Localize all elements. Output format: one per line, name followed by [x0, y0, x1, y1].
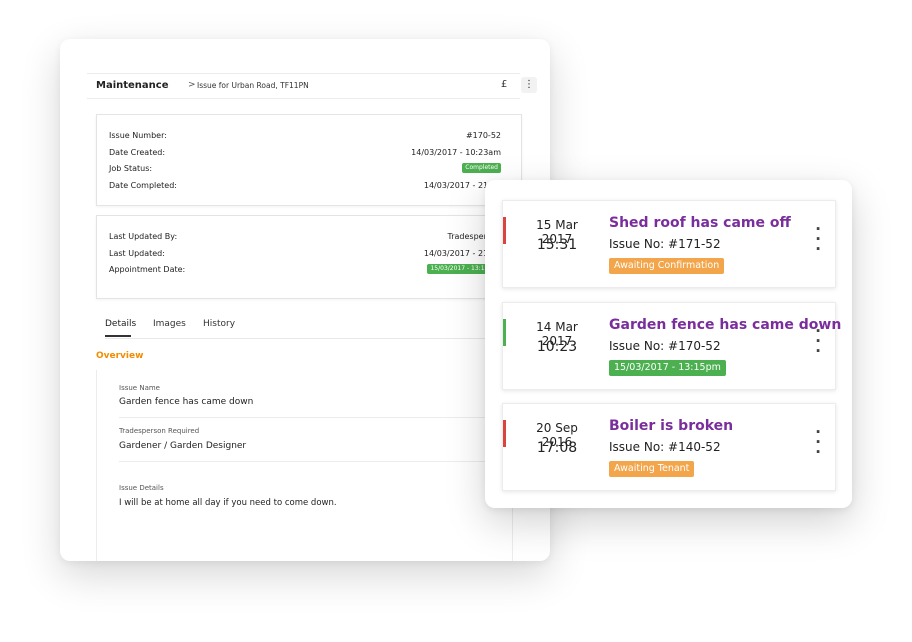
tabs-divider: [105, 338, 515, 339]
summary-label: Issue Number:: [109, 130, 167, 140]
more-vertical-icon[interactable]: · · ·: [815, 222, 821, 257]
tradesperson-label: Tradesperson Required: [119, 427, 200, 435]
summary-row-date-created: Date Created: 14/03/2017 - 10:23am: [109, 145, 501, 159]
update-row-date: Last Updated: 14/03/2017 - 21:08: [109, 246, 501, 260]
issue-card[interactable]: 20 Sep 2016 17:08 Boiler is broken Issue…: [502, 403, 836, 491]
breadcrumb-separator: >: [188, 80, 196, 90]
summary-row-issue-number: Issue Number: #170-52: [109, 128, 501, 142]
issue-summary-box: Issue Number: #170-52 Date Created: 14/0…: [96, 114, 522, 206]
summary-label: Date Created:: [109, 147, 166, 157]
update-label: Last Updated:: [109, 248, 165, 258]
summary-label: Job Status:: [109, 163, 153, 173]
tab-history[interactable]: History: [203, 319, 235, 329]
breadcrumb-issue: Issue for Urban Road, TF11PN: [197, 81, 309, 90]
breadcrumb: Maintenance > Issue for Urban Road, TF11…: [87, 73, 537, 99]
tab-details[interactable]: Details: [105, 319, 136, 329]
more-options-button[interactable]: ⋮: [521, 77, 537, 93]
status-badge: Awaiting Tenant: [609, 461, 695, 477]
issue-name-label: Issue Name: [119, 384, 160, 392]
more-vertical-icon[interactable]: · · ·: [815, 425, 821, 460]
issue-title[interactable]: Shed roof has came off: [609, 215, 791, 231]
update-label: Appointment Date:: [109, 264, 186, 274]
issue-number: Issue No: #140-52: [609, 440, 721, 454]
summary-row-date-completed: Date Completed: 14/03/2017 - 21:08: [109, 178, 501, 192]
field-divider: [119, 461, 489, 462]
issue-detail-panel: Maintenance > Issue for Urban Road, TF11…: [60, 39, 550, 561]
issue-title[interactable]: Boiler is broken: [609, 418, 733, 434]
issue-time: 10:23: [536, 339, 578, 355]
issues-list-panel: 15 Mar 2017 15:31 Shed roof has came off…: [485, 180, 852, 508]
issue-card[interactable]: 14 Mar 2017 10:23 Garden fence has came …: [502, 302, 841, 390]
breadcrumb-maintenance[interactable]: Maintenance: [96, 80, 169, 91]
active-tab-indicator: [105, 335, 131, 337]
issue-title[interactable]: Garden fence has came down: [609, 317, 841, 333]
priority-bar: [503, 319, 506, 346]
priority-bar: [503, 217, 506, 244]
issue-name-value: Garden fence has came down: [119, 397, 254, 407]
issue-number: Issue No: #170-52: [609, 339, 721, 353]
pound-icon[interactable]: £: [501, 79, 507, 90]
more-vertical-icon[interactable]: · · ·: [815, 324, 821, 359]
overview-box: Issue Name Garden fence has came down Tr…: [96, 370, 513, 561]
field-divider: [119, 417, 489, 418]
issue-number: Issue No: #171-52: [609, 237, 721, 251]
summary-row-job-status: Job Status: Completed: [109, 161, 501, 175]
priority-bar: [503, 420, 506, 447]
update-row-appointment: Appointment Date: 15/03/2017 - 13:15pm: [109, 262, 501, 276]
issue-details-label: Issue Details: [119, 484, 164, 492]
issue-details-value: I will be at home all day if you need to…: [119, 498, 337, 508]
summary-label: Date Completed:: [109, 180, 177, 190]
tab-images[interactable]: Images: [153, 319, 186, 329]
issue-time: 15:31: [536, 237, 578, 253]
update-label: Last Updated By:: [109, 231, 178, 241]
issue-time: 17:08: [536, 440, 578, 456]
status-badge: Awaiting Confirmation: [609, 258, 725, 274]
status-badge: 15/03/2017 - 13:15pm: [609, 360, 726, 376]
update-info-box: Last Updated By: Tradesperson Last Updat…: [96, 215, 522, 299]
summary-value: #170-52: [465, 130, 501, 140]
summary-value: 14/03/2017 - 10:23am: [411, 147, 501, 157]
update-row-by: Last Updated By: Tradesperson: [109, 229, 501, 243]
overview-heading: Overview: [96, 351, 144, 361]
tradesperson-value: Gardener / Garden Designer: [119, 441, 247, 451]
status-badge: Completed: [462, 163, 501, 173]
issue-card[interactable]: 15 Mar 2017 15:31 Shed roof has came off…: [502, 200, 836, 288]
